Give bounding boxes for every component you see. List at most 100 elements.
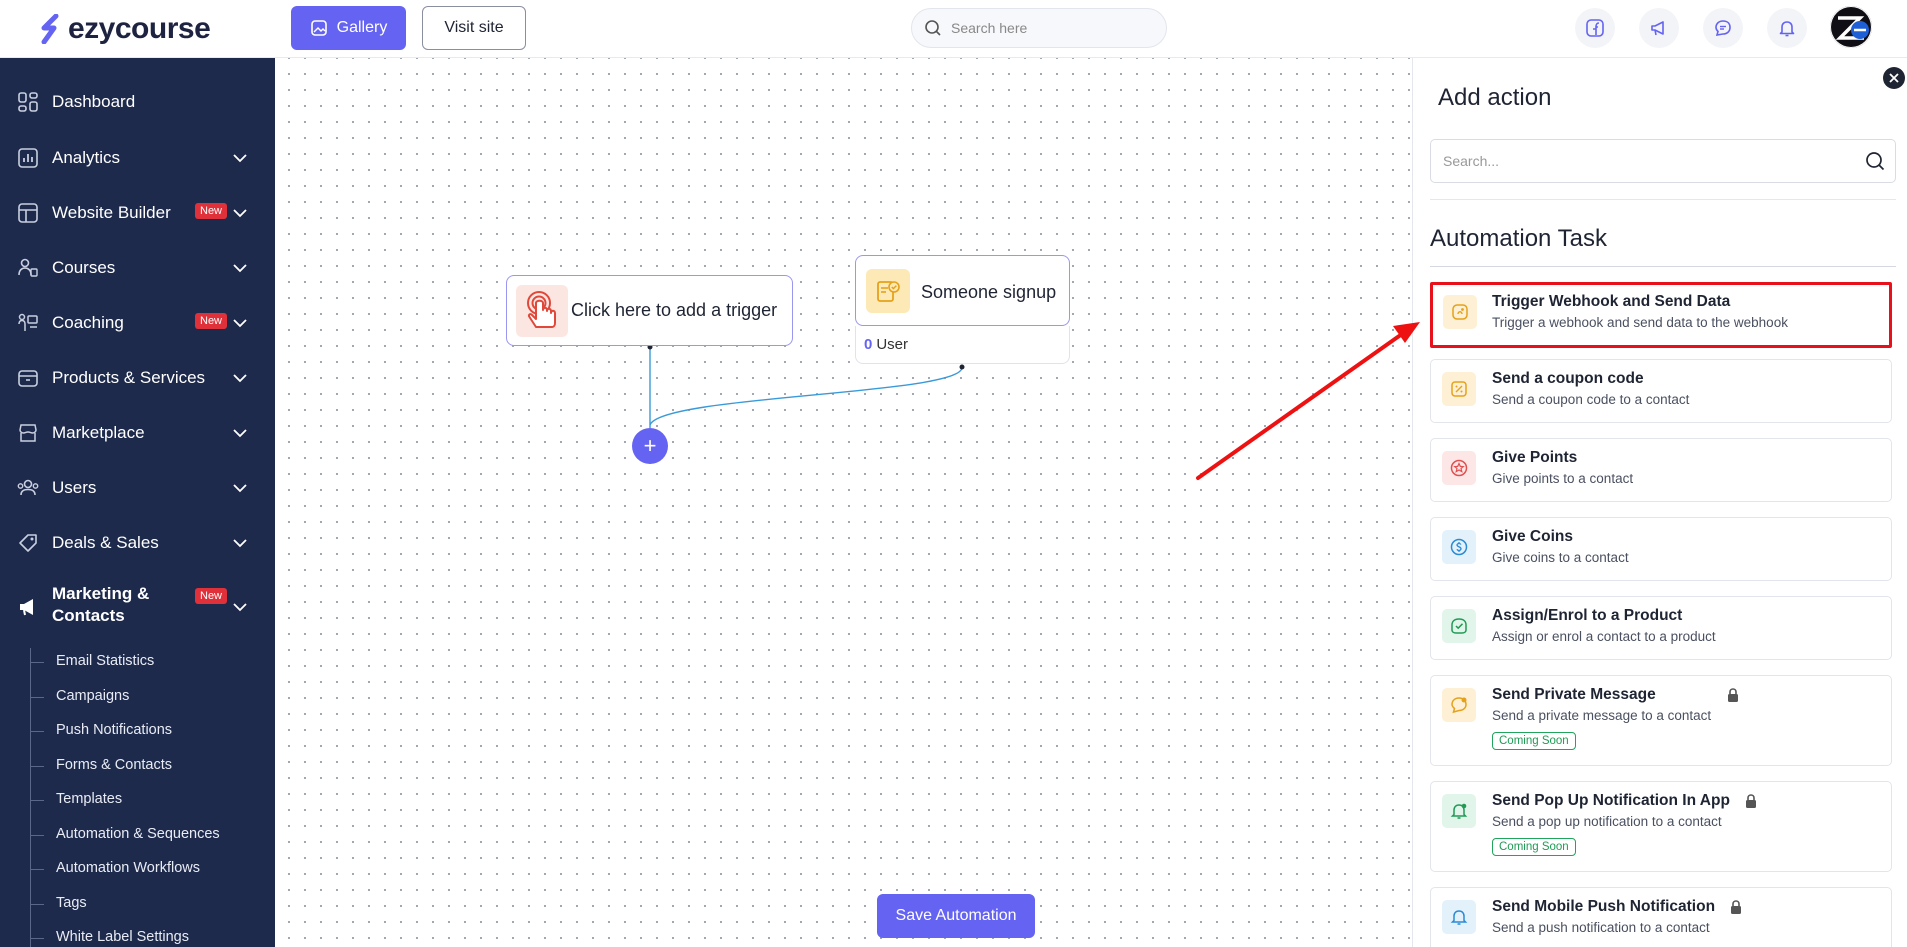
submenu-item-automation-sequences[interactable]: Automation & Sequences [56,826,220,842]
task-title-text: Send Private Message [1492,686,1656,703]
task-title: Give Points [1492,449,1577,467]
tree-tick [30,938,44,939]
chevron-down-icon[interactable] [230,313,250,333]
save-automation-button[interactable]: Save Automation [877,894,1035,938]
task-card-send-coupon[interactable]: Send a coupon code Send a coupon code to… [1430,359,1892,423]
search-icon[interactable] [1865,151,1885,176]
signup-icon [866,269,910,313]
new-badge: New [195,313,228,329]
task-title: Send a coupon code [1492,370,1644,388]
gallery-icon [310,20,327,36]
messages-button[interactable] [1703,8,1743,48]
megaphone-icon [1651,21,1664,36]
submenu-item-white-label-settings[interactable]: White Label Settings [56,929,189,945]
lock-icon [1731,900,1742,914]
close-icon [1889,73,1899,83]
sidebar-item-label: Marketing & Contacts [52,583,149,627]
submenu-item-email-statistics[interactable]: Email Statistics [56,653,154,669]
tree-tick [30,697,44,698]
sidebar-item-analytics[interactable]: Analytics [0,136,275,180]
chevron-down-icon[interactable] [230,423,250,443]
task-desc: Give points to a contact [1492,471,1634,486]
section-title: Automation Task [1430,225,1607,252]
task-desc: Send a private message to a contact [1492,708,1712,723]
task-card-give-coins[interactable]: Give Coins Give coins to a contact [1430,517,1892,581]
sidebar-item-website-builder[interactable]: Website Builder New [0,191,275,235]
submenu-item-forms-contacts[interactable]: Forms & Contacts [56,757,172,773]
search-icon [925,20,941,36]
task-title-text: Trigger Webhook and Send Data [1492,293,1731,310]
task-card-send-mobile-push[interactable]: Send Mobile Push Notification Send a pus… [1430,887,1892,947]
chevron-down-icon[interactable] [230,258,250,278]
task-desc: Assign or enrol a contact to a product [1492,629,1716,644]
sidebar-item-deals-sales[interactable]: Deals & Sales [0,521,275,565]
sidebar-item-marketing-contacts[interactable]: Marketing & Contacts New [0,578,275,636]
task-card-give-points[interactable]: Give Points Give points to a contact [1430,438,1892,502]
header-search-input[interactable] [951,20,1151,36]
submenu-tree-line [30,648,31,947]
chevron-down-icon[interactable] [230,148,250,168]
chevron-down-icon[interactable] [230,533,250,553]
chevron-down-icon[interactable] [230,368,250,388]
task-title-text: Give Coins [1492,528,1573,545]
announcement-button[interactable] [1639,8,1679,48]
sidebar-item-users[interactable]: Users [0,466,275,510]
submenu-item-automation-workflows[interactable]: Automation Workflows [56,860,200,876]
coming-soon-badge: Coming Soon [1492,838,1576,856]
tree-tick [30,904,44,905]
sidebar-item-coaching[interactable]: Coaching New [0,301,275,345]
workflow-canvas[interactable] [275,58,1412,947]
bell-icon [1442,794,1476,828]
task-card-send-popup-notification[interactable]: Send Pop Up Notification In App Send a p… [1430,781,1892,872]
chevron-down-icon[interactable] [230,203,250,223]
signup-node-stats: 0 User [855,326,1070,364]
action-search[interactable] [1430,139,1896,183]
submenu-item-push-notifications[interactable]: Push Notifications [56,722,172,738]
avatar[interactable] [1830,6,1872,48]
task-desc: Trigger a webhook and send data to the w… [1492,315,1788,330]
sidebar-item-dashboard[interactable]: Dashboard [0,80,275,124]
task-desc: Send a coupon code to a contact [1492,392,1690,407]
tree-tick [30,800,44,801]
close-panel-button[interactable] [1883,67,1905,89]
tree-tick [30,731,44,732]
task-card-assign-enrol[interactable]: Assign/Enrol to a Product Assign or enro… [1430,596,1892,660]
user-count: 0 [864,336,873,353]
submenu-item-campaigns[interactable]: Campaigns [56,688,129,704]
sidebar-item-marketplace[interactable]: Marketplace [0,411,275,455]
task-desc: Send a pop up notification to a contact [1492,814,1722,829]
chevron-down-icon[interactable] [230,478,250,498]
coaching-icon [16,311,40,335]
header-search[interactable] [911,8,1167,48]
submenu-item-templates[interactable]: Templates [56,791,122,807]
facebook-button[interactable] [1575,8,1615,48]
sidebar-item-label: Marketplace [52,423,145,442]
task-title: Send Pop Up Notification In App [1492,792,1758,810]
lock-icon [1727,688,1738,702]
notifications-button[interactable] [1767,8,1807,48]
sidebar-item-label: Products & Services [52,368,206,387]
sidebar-item-label: Website Builder [52,203,171,222]
task-title: Send Mobile Push Notification [1492,898,1743,916]
add-step-button[interactable]: + [632,428,668,464]
submenu-item-tags[interactable]: Tags [56,895,87,911]
sidebar-item-label: Analytics [52,148,121,167]
marketplace-icon [16,421,40,445]
task-title: Send Private Message [1492,686,1740,704]
action-search-input[interactable] [1443,153,1843,169]
gallery-button[interactable]: Gallery [291,6,406,50]
sidebar-item-courses[interactable]: Courses [0,246,275,290]
logo-text: ezycourse [68,12,211,45]
push-notification-icon [1442,900,1476,934]
chevron-down-icon[interactable] [230,597,250,617]
task-card-send-private-message[interactable]: Send Private Message Send a private mess… [1430,675,1892,766]
logo[interactable]: ezycourse [40,10,211,48]
add-trigger-node[interactable]: Click here to add a trigger [506,275,793,346]
sidebar-item-products-services[interactable]: Products & Services [0,356,275,400]
visit-site-button[interactable]: Visit site [422,6,526,50]
task-title-text: Give Points [1492,449,1578,466]
sidebar-item-label: Coaching [52,313,124,332]
task-card-trigger-webhook[interactable]: Trigger Webhook and Send Data Trigger a … [1430,282,1892,348]
signup-node-header[interactable]: Someone signup [855,255,1070,326]
signup-trigger-node[interactable]: Someone signup 0 User [855,255,1070,367]
